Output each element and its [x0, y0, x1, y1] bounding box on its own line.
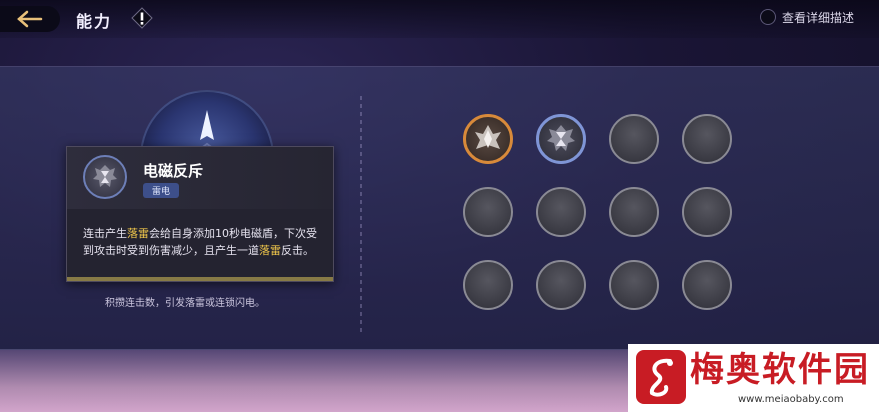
watermark: 梅奥软件园 www.meiaobaby.com — [628, 344, 879, 412]
back-arrow-icon — [17, 10, 43, 28]
ability-slot-empty[interactable] — [463, 187, 513, 237]
desc-highlight: 落雷 — [259, 244, 281, 257]
dragon-logo-icon — [636, 350, 686, 404]
ability-slot-empty[interactable] — [682, 114, 732, 164]
crystal-crest-icon — [475, 125, 501, 149]
desc-part: 连击产生 — [83, 227, 127, 240]
hourglass-crest-icon — [93, 165, 117, 187]
desc-highlight: 落雷 — [127, 227, 149, 240]
detail-toggle[interactable]: 查看详细描述 — [760, 6, 854, 28]
hourglass-crest-icon — [547, 125, 575, 151]
watermark-name: 梅奥软件园 — [690, 350, 870, 390]
page-title: 能力 — [76, 12, 113, 31]
exclamation-icon — [131, 7, 153, 29]
panel-divider — [360, 96, 362, 336]
skill-tagline: 积攒连击数，引发落雷或连锁闪电。 — [105, 298, 265, 309]
detail-radio[interactable] — [760, 9, 776, 25]
ability-slot-empty[interactable] — [609, 187, 659, 237]
detail-toggle-label: 查看详细描述 — [782, 10, 855, 25]
ability-slot-empty[interactable] — [536, 260, 586, 310]
ability-slot-empty[interactable] — [682, 260, 732, 310]
skill-tooltip: 电磁反斥 雷电 连击产生落雷会给自身添加10秒电磁盾，下次受到攻击时受到伤害减少… — [66, 146, 334, 282]
desc-part: 反击。 — [281, 244, 314, 257]
ability-slot-empty[interactable] — [609, 114, 659, 164]
tooltip-skill-name: 电磁反斥 — [143, 162, 204, 180]
ability-slot-equipped[interactable] — [463, 114, 513, 164]
info-button[interactable] — [130, 6, 154, 30]
ability-slot-empty[interactable] — [609, 260, 659, 310]
ability-slot-empty[interactable] — [536, 187, 586, 237]
ability-slot-empty[interactable] — [682, 187, 732, 237]
back-button[interactable] — [0, 6, 60, 32]
tooltip-footer-line — [67, 277, 333, 281]
tooltip-description: 连击产生落雷会给自身添加10秒电磁盾，下次受到攻击时受到伤害减少，且产生一道落雷… — [83, 225, 323, 259]
ability-slot-equipped[interactable] — [536, 114, 586, 164]
watermark-url: www.meiaobaby.com — [738, 394, 844, 405]
element-tag: 雷电 — [143, 183, 180, 198]
ability-slot-empty[interactable] — [463, 260, 513, 310]
tooltip-skill-icon — [83, 155, 127, 199]
